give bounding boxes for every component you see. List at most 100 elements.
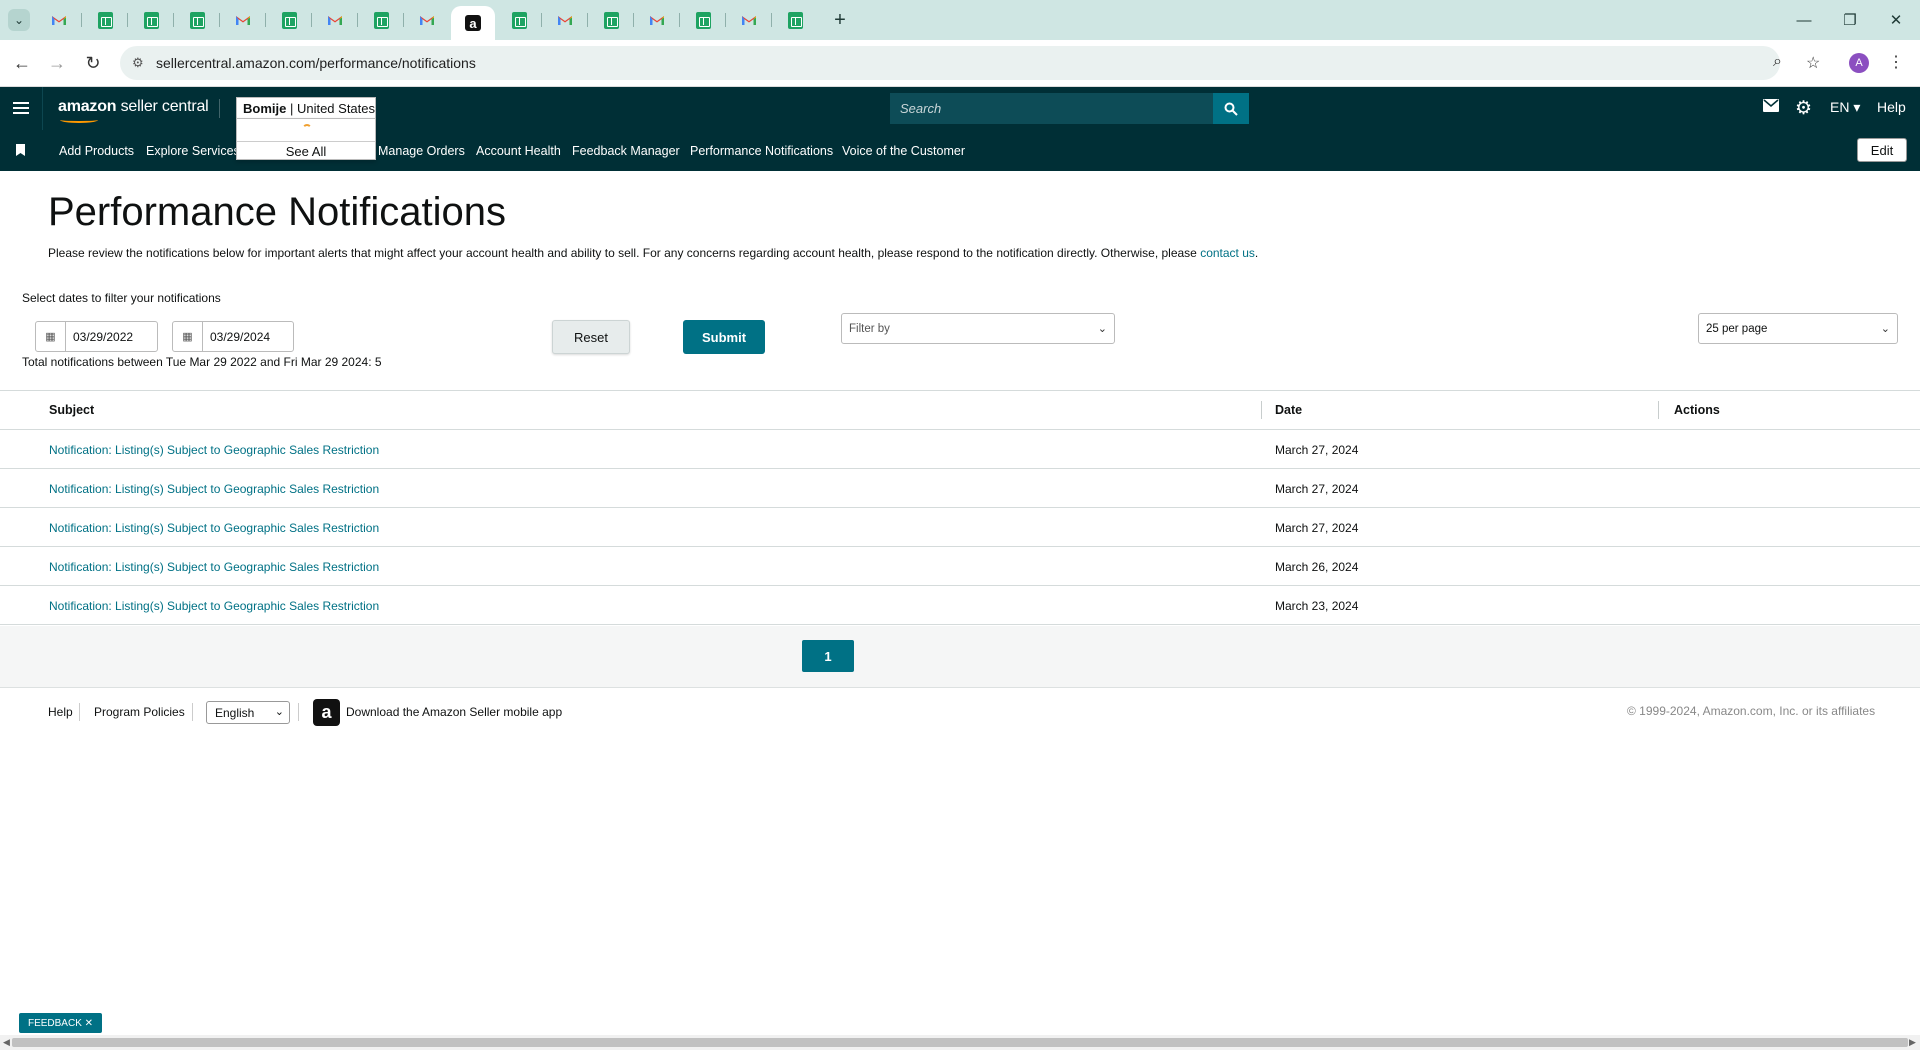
date-to-field[interactable]: ▦ 03/29/2024 xyxy=(172,321,294,352)
profile-avatar[interactable]: A xyxy=(1849,53,1869,73)
notification-date: March 23, 2024 xyxy=(1275,599,1359,613)
totals-text: Total notifications between Tue Mar 29 2… xyxy=(22,355,382,369)
loading-spinner-icon xyxy=(302,124,312,134)
browser-tab[interactable] xyxy=(323,8,347,32)
restore-icon[interactable]: ❐ xyxy=(1838,8,1862,32)
search-button[interactable] xyxy=(1213,93,1249,124)
browser-tab[interactable] xyxy=(507,8,531,32)
download-app-link[interactable]: Download the Amazon Seller mobile app xyxy=(346,705,562,719)
nav-manage-orders[interactable]: Manage Orders xyxy=(378,144,465,158)
chevron-down-icon: ⌄ xyxy=(274,706,284,718)
sheets-icon xyxy=(695,11,711,29)
amazon-seller-app-icon[interactable]: a xyxy=(313,699,340,726)
browser-tab[interactable] xyxy=(691,8,715,32)
pagination: 1 xyxy=(0,626,1920,688)
browser-tab[interactable]: a xyxy=(451,6,495,40)
nav-performance-notifications[interactable]: Performance Notifications xyxy=(690,144,833,158)
date-from-field[interactable]: ▦ 03/29/2022 xyxy=(35,321,158,352)
browser-tab[interactable] xyxy=(139,8,163,32)
help-link[interactable]: Help xyxy=(1877,99,1906,115)
gmail-icon xyxy=(649,14,665,26)
notification-subject-link[interactable]: Notification: Listing(s) Subject to Geog… xyxy=(49,443,379,457)
browser-tab[interactable] xyxy=(47,8,71,32)
browser-tab[interactable] xyxy=(415,8,439,32)
bookmark-star-icon[interactable]: ☆ xyxy=(1806,53,1820,73)
browser-tab[interactable] xyxy=(553,8,577,32)
browser-tab-strip: ⌄ a + — ❐ ✕ xyxy=(0,0,1920,40)
per-page-select[interactable]: 25 per page ⌄ xyxy=(1698,313,1898,344)
sheets-icon xyxy=(281,11,297,29)
gmail-icon xyxy=(51,14,67,26)
page-button-1[interactable]: 1 xyxy=(802,640,854,672)
settings-gear-icon[interactable]: ⚙ xyxy=(1795,97,1812,120)
close-window-icon[interactable]: ✕ xyxy=(1884,8,1908,32)
footer-help-link[interactable]: Help xyxy=(48,705,73,719)
url-text[interactable]: sellercentral.amazon.com/performance/not… xyxy=(156,55,476,71)
gmail-icon xyxy=(419,14,435,26)
filter-by-select[interactable]: Filter by ⌄ xyxy=(841,313,1115,344)
column-header-subject[interactable]: Subject xyxy=(49,403,94,417)
nav-feedback-manager[interactable]: Feedback Manager xyxy=(572,144,680,158)
browser-tab[interactable] xyxy=(185,8,209,32)
browser-tab[interactable] xyxy=(231,8,255,32)
browser-tab[interactable] xyxy=(369,8,393,32)
contact-us-link[interactable]: contact us xyxy=(1200,246,1255,260)
site-info-icon[interactable]: ⚙ xyxy=(132,55,144,71)
reload-icon[interactable]: ↻ xyxy=(80,50,106,76)
sheets-icon xyxy=(373,11,389,29)
browser-tab[interactable] xyxy=(93,8,117,32)
seller-central-logo[interactable]: amazon seller central xyxy=(58,98,209,116)
footer-language-select[interactable]: English ⌄ xyxy=(206,701,290,724)
nav-add-products[interactable]: Add Products xyxy=(59,144,134,158)
browser-tab[interactable] xyxy=(277,8,301,32)
account-dropdown: See All xyxy=(236,118,376,160)
table-row: Notification: Listing(s) Subject to Geog… xyxy=(0,469,1920,508)
browser-tab[interactable] xyxy=(737,8,761,32)
nav-account-health[interactable]: Account Health xyxy=(476,144,561,158)
new-tab-plus-icon[interactable]: + xyxy=(828,8,852,32)
horizontal-scrollbar[interactable]: ◀ ▶ xyxy=(0,1035,1920,1050)
calendar-icon[interactable]: ▦ xyxy=(173,322,203,351)
calendar-icon[interactable]: ▦ xyxy=(36,322,66,351)
browser-tab[interactable] xyxy=(645,8,669,32)
nav-voice-of-customer[interactable]: Voice of the Customer xyxy=(842,144,965,158)
copyright-text: © 1999-2024, Amazon.com, Inc. or its aff… xyxy=(1627,704,1876,718)
footer-program-policies-link[interactable]: Program Policies xyxy=(94,705,185,719)
table-row: Notification: Listing(s) Subject to Geog… xyxy=(0,430,1920,469)
browser-tab[interactable] xyxy=(783,8,807,32)
account-switcher[interactable]: Bomije | United States xyxy=(236,97,376,119)
notification-subject-link[interactable]: Notification: Listing(s) Subject to Geog… xyxy=(49,521,379,535)
browser-tab[interactable] xyxy=(599,8,623,32)
minimize-icon[interactable]: — xyxy=(1792,8,1816,32)
search-input[interactable]: Search xyxy=(890,93,1213,124)
table-row: Notification: Listing(s) Subject to Geog… xyxy=(0,508,1920,547)
amazon-icon: a xyxy=(465,15,481,31)
reset-button[interactable]: Reset xyxy=(552,320,630,354)
zoom-icon[interactable]: ⌕ xyxy=(1773,53,1782,71)
browser-menu-icon[interactable]: ⋮ xyxy=(1888,52,1904,72)
back-arrow-icon[interactable]: ← xyxy=(9,50,35,76)
notification-date: March 27, 2024 xyxy=(1275,443,1359,457)
sheets-icon xyxy=(787,11,803,29)
mail-icon[interactable] xyxy=(1763,99,1779,115)
nav-explore-services[interactable]: Explore Services xyxy=(146,144,240,158)
notification-subject-link[interactable]: Notification: Listing(s) Subject to Geog… xyxy=(49,599,379,613)
amazon-smile-icon xyxy=(60,117,98,123)
forward-arrow-icon[interactable]: → xyxy=(44,50,70,76)
language-menu[interactable]: EN ▾ xyxy=(1830,99,1860,116)
hamburger-menu-icon[interactable] xyxy=(13,100,29,116)
feedback-button[interactable]: FEEDBACK ✕ xyxy=(19,1013,102,1033)
sheets-icon xyxy=(143,11,159,29)
edit-nav-button[interactable]: Edit xyxy=(1857,138,1907,162)
see-all-accounts-link[interactable]: See All xyxy=(237,141,375,159)
notification-subject-link[interactable]: Notification: Listing(s) Subject to Geog… xyxy=(49,560,379,574)
notification-date: March 26, 2024 xyxy=(1275,560,1359,574)
table-row: Notification: Listing(s) Subject to Geog… xyxy=(0,547,1920,586)
column-header-date[interactable]: Date xyxy=(1275,403,1302,417)
column-header-actions: Actions xyxy=(1674,403,1720,417)
submit-button[interactable]: Submit xyxy=(683,320,765,354)
tab-search-chevron-icon[interactable]: ⌄ xyxy=(8,9,30,31)
omnibox[interactable]: ⚙ sellercentral.amazon.com/performance/n… xyxy=(120,46,1820,80)
bookmark-icon[interactable] xyxy=(16,144,25,156)
notification-subject-link[interactable]: Notification: Listing(s) Subject to Geog… xyxy=(49,482,379,496)
